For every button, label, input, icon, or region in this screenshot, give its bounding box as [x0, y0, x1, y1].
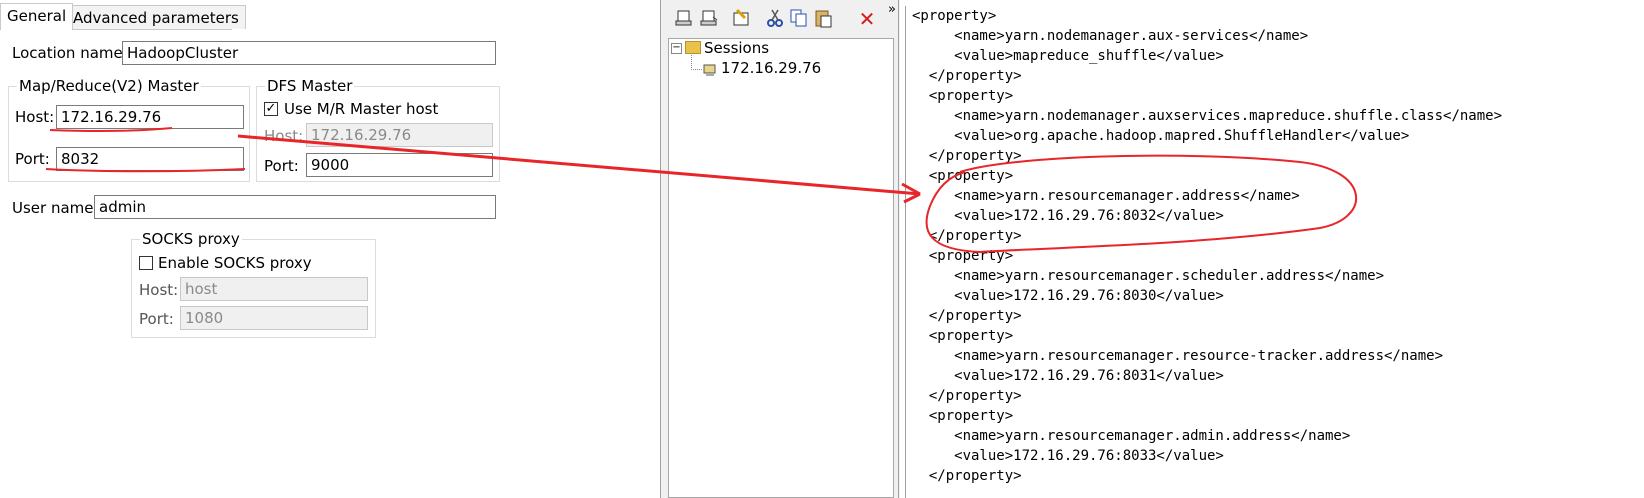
xml-line: <property> — [912, 168, 1014, 184]
copy-icon[interactable] — [788, 8, 810, 30]
mr-master-title: Map/Reduce(V2) Master — [17, 77, 201, 95]
xml-line: <name>yarn.nodemanager.auxservices.mapre… — [912, 108, 1503, 124]
toolbar-overflow-chevron[interactable]: » — [888, 2, 896, 17]
folder-icon — [685, 41, 701, 54]
cut-icon[interactable] — [764, 8, 786, 30]
xml-line: <value>org.apache.hadoop.mapred.ShuffleH… — [912, 128, 1410, 144]
xml-line: <name>yarn.resourcemanager.admin.address… — [912, 428, 1351, 444]
socks-port-input: 1080 — [180, 306, 368, 330]
xml-line: </property> — [912, 308, 1022, 324]
xml-line: <value>172.16.29.76:8031</value> — [912, 368, 1224, 384]
xml-config-viewer: <property> <name>yarn.nodemanager.aux-se… — [905, 6, 1644, 498]
tab-general[interactable]: General — [0, 3, 74, 30]
use-mr-master-checkbox[interactable]: ✓ — [264, 102, 278, 116]
xml-line: <property> — [912, 408, 1014, 424]
dfs-host-input: 172.16.29.76 — [306, 123, 493, 147]
xml-line: <name>yarn.resourcemanager.resource-trac… — [912, 348, 1444, 364]
xml-line: <name>yarn.resourcemanager.address</name… — [912, 188, 1300, 204]
xml-line: <property> — [912, 248, 1014, 264]
tree-item-session[interactable]: 172.16.29.76 — [721, 59, 821, 77]
properties-icon[interactable] — [730, 8, 752, 30]
tree-connector — [691, 55, 702, 70]
socks-host-label: Host: — [139, 281, 179, 299]
tab-advanced-parameters[interactable]: Advanced parameters — [66, 5, 246, 29]
dfs-port-label: Port: — [264, 157, 299, 175]
enable-socks-label: Enable SOCKS proxy — [158, 254, 312, 272]
xml-line: <value>mapreduce_shuffle</value> — [912, 48, 1224, 64]
panel-divider — [660, 0, 661, 498]
session-tree: − Sessions 172.16.29.76 — [668, 38, 894, 498]
dfs-port-input[interactable]: 9000 — [306, 153, 493, 177]
enable-socks-checkbox[interactable] — [139, 256, 153, 270]
xml-line: </property> — [912, 148, 1022, 164]
tree-collapse-toggle[interactable]: − — [671, 43, 682, 54]
xml-line: </property> — [912, 68, 1022, 84]
xml-line: </property> — [912, 228, 1022, 244]
mr-host-label: Host: — [15, 108, 55, 126]
tree-root-sessions[interactable]: Sessions — [704, 39, 769, 57]
xml-line: </property> — [912, 468, 1022, 484]
mr-port-label: Port: — [15, 150, 50, 168]
xml-line: <value>172.16.29.76:8033</value> — [912, 448, 1224, 464]
session-manager-panel: » ✕ − Sessions 172.16.29.76 — [660, 0, 900, 498]
xml-line: <name>yarn.resourcemanager.scheduler.add… — [912, 268, 1385, 284]
xml-line: <name>yarn.nodemanager.aux-services</nam… — [912, 28, 1309, 44]
mr-port-input[interactable]: 8032 — [56, 147, 244, 171]
location-name-input[interactable]: HadoopCluster — [122, 41, 496, 65]
dfs-host-label: Host: — [264, 127, 304, 145]
location-name-label: Location name: — [12, 44, 128, 62]
xml-line: <value>172.16.29.76:8030</value> — [912, 288, 1224, 304]
panel-divider-right — [898, 0, 899, 498]
xml-line: <property> — [912, 88, 1014, 104]
delete-icon[interactable]: ✕ — [856, 8, 878, 30]
dfs-master-title: DFS Master — [265, 77, 355, 95]
socks-proxy-title: SOCKS proxy — [140, 230, 242, 248]
new-session-icon[interactable] — [674, 8, 696, 30]
xml-line: <property> — [912, 328, 1014, 344]
open-session-icon[interactable] — [698, 8, 720, 30]
mr-host-input[interactable]: 172.16.29.76 — [56, 105, 244, 129]
xml-line: </property> — [912, 388, 1022, 404]
hadoop-location-dialog: General Advanced parameters Location nam… — [0, 0, 660, 498]
user-name-input[interactable]: admin — [94, 195, 496, 219]
user-name-label: User name: — [12, 199, 99, 217]
xml-line: <value>172.16.29.76:8032</value> — [912, 208, 1224, 224]
socks-port-label: Port: — [139, 310, 174, 328]
session-host-icon — [703, 62, 717, 76]
socks-host-input: host — [180, 277, 368, 301]
use-mr-master-label: Use M/R Master host — [284, 100, 439, 118]
xml-line: <property> — [912, 8, 997, 24]
paste-icon[interactable] — [812, 8, 834, 30]
